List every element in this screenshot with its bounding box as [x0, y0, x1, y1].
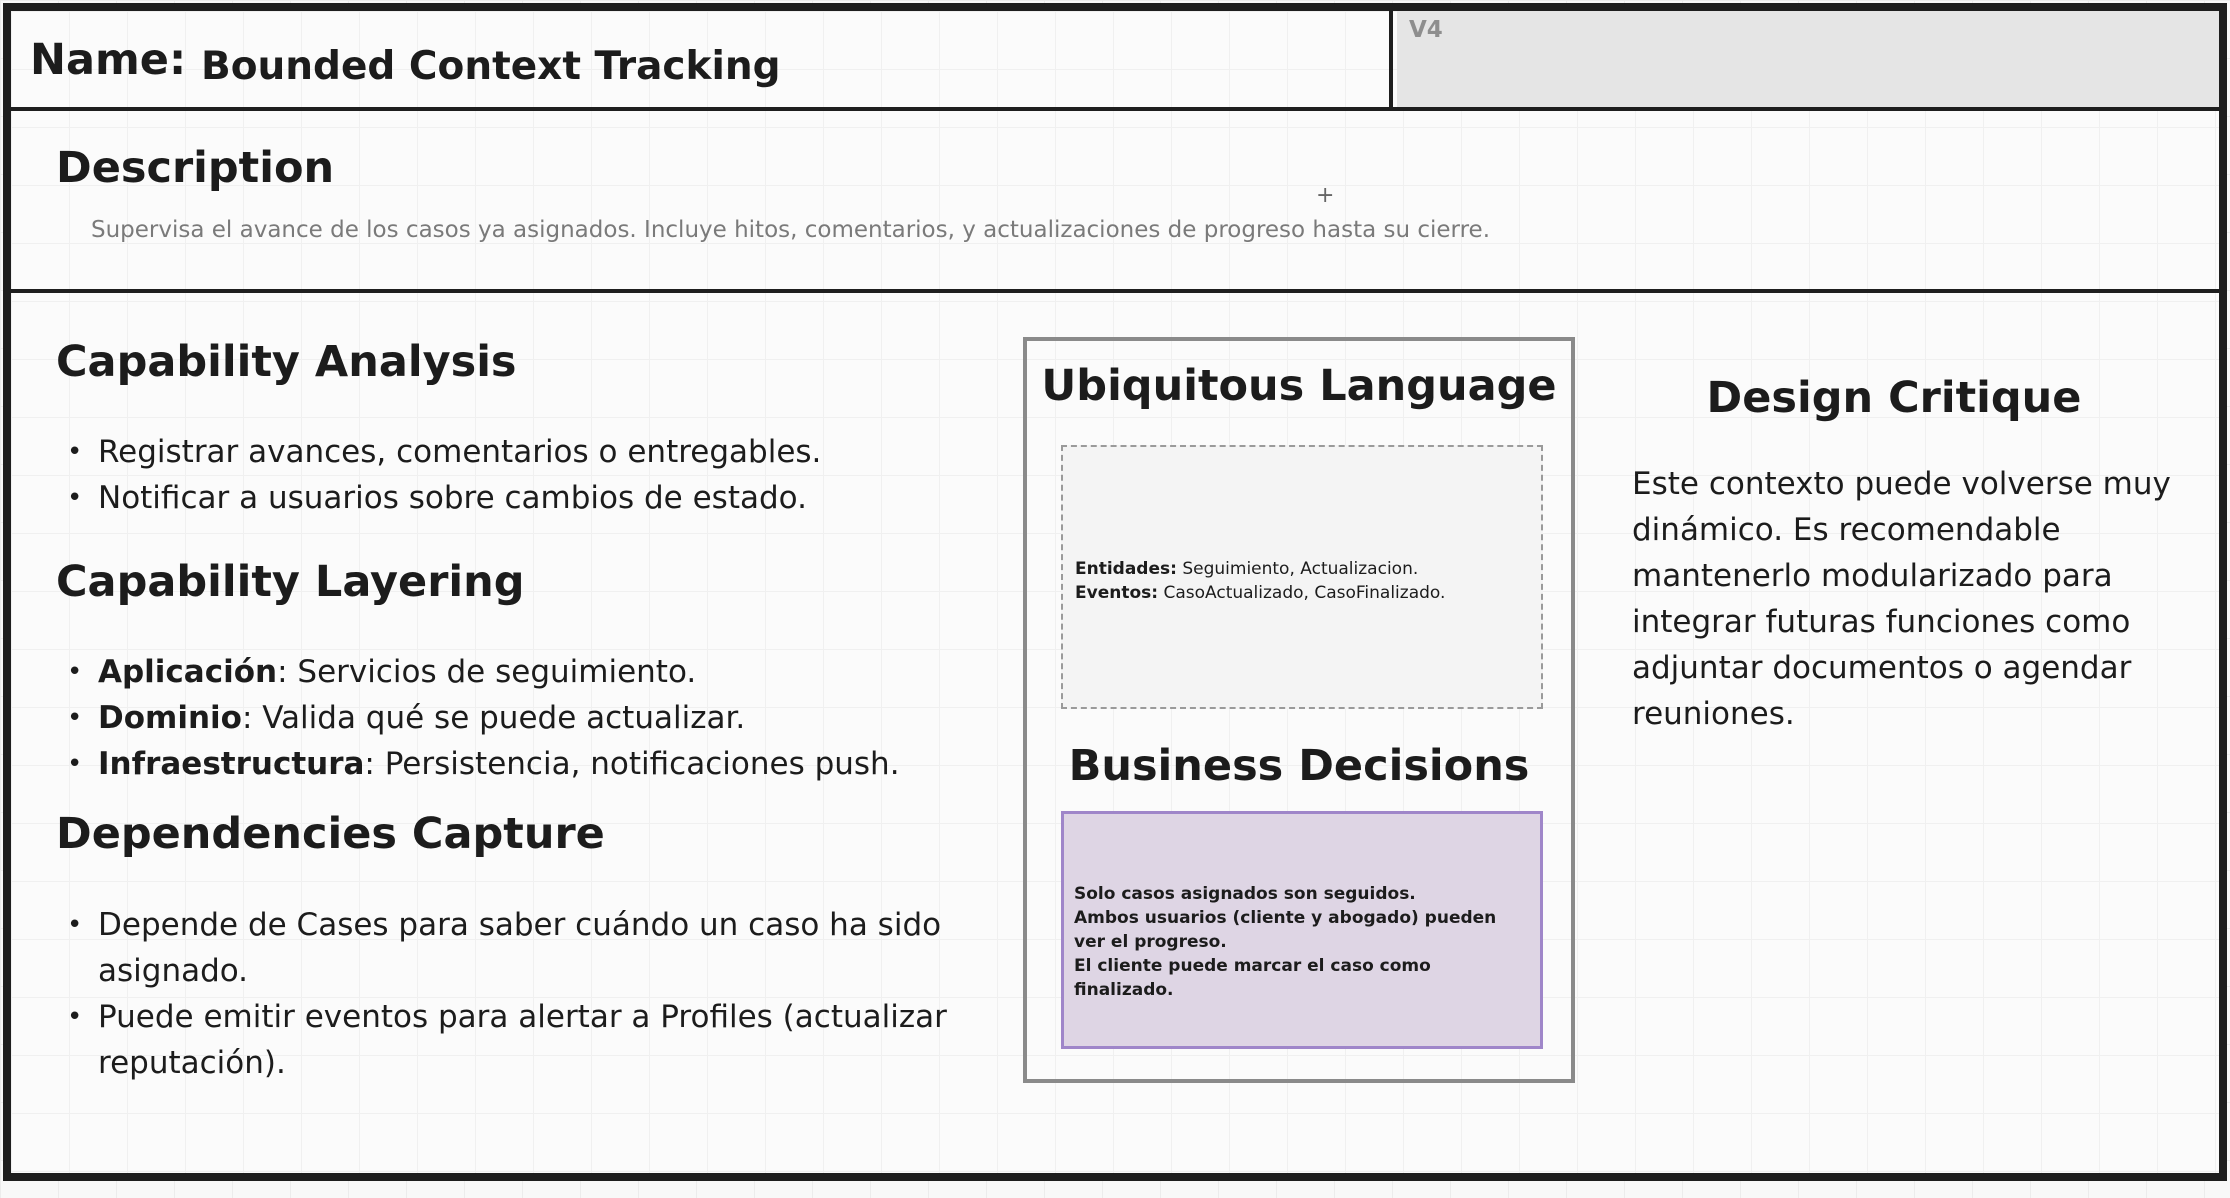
- bullet-icon: •: [67, 703, 83, 733]
- description-text[interactable]: Supervisa el avance de los casos ya asig…: [91, 217, 1490, 243]
- layer-text: : Servicios de seguimiento.: [277, 654, 697, 690]
- list-item-text: Depende de Cases para saber cuándo un ca…: [98, 907, 942, 989]
- bullet-icon: •: [67, 657, 83, 687]
- description-title: Description: [56, 143, 335, 193]
- version-label: V4: [1409, 17, 1443, 43]
- decision-line: Solo casos asignados son seguidos.: [1074, 884, 1416, 904]
- events-line: Eventos: CasoActualizado, CasoFinalizado…: [1075, 581, 1445, 605]
- bullet-icon: •: [67, 1002, 83, 1032]
- ubiquitous-language-title: Ubiquitous Language: [1041, 361, 1557, 411]
- business-decisions-note[interactable]: Solo casos asignados son seguidos. Ambos…: [1061, 811, 1543, 1049]
- list-item-text: Puede emitir eventos para alertar a Prof…: [98, 999, 947, 1081]
- name-row: Name: Bounded Context Tracking V4: [11, 11, 2219, 111]
- ubiquitous-language-frame[interactable]: Ubiquitous Language Entidades: Seguimien…: [1023, 337, 1575, 1083]
- layer-term: Aplicación: [98, 654, 278, 690]
- capability-analysis-list: • Registrar avances, comentarios o entreg…: [56, 429, 821, 521]
- list-item[interactable]: • Aplicación: Servicios de seguimiento.: [56, 649, 900, 695]
- dependencies-capture-title: Dependencies Capture: [56, 809, 605, 859]
- decision-line: Ambos usuarios (cliente y abogado) puede…: [1074, 908, 1497, 952]
- ubiquitous-language-note[interactable]: Entidades: Seguimiento, Actualizacion. E…: [1061, 445, 1543, 709]
- list-item-text: Notificar a usuarios sobre cambios de es…: [98, 480, 807, 516]
- events-label: Eventos:: [1075, 583, 1159, 603]
- capability-analysis-title: Capability Analysis: [56, 337, 517, 387]
- list-item-text: Registrar avances, comentarios o entrega…: [98, 434, 822, 470]
- entities-value: Seguimiento, Actualizacion.: [1176, 559, 1419, 579]
- bounded-context-canvas-card[interactable]: Name: Bounded Context Tracking V4 Descri…: [3, 3, 2227, 1181]
- add-icon[interactable]: +: [1316, 183, 1334, 208]
- entities-label: Entidades:: [1075, 559, 1177, 579]
- list-item[interactable]: • Dominio: Valida qué se puede actualizar…: [56, 695, 900, 741]
- dependencies-capture-list: • Depende de Cases para saber cuándo un c…: [56, 902, 956, 1086]
- design-critique-text[interactable]: Este contexto puede volverse muy dinámic…: [1632, 461, 2172, 737]
- context-name[interactable]: Bounded Context Tracking: [201, 44, 781, 89]
- description-section[interactable]: Description + Supervisa el avance de los…: [11, 111, 2219, 293]
- ubiquitous-language-content: Entidades: Seguimiento, Actualizacion. E…: [1075, 557, 1445, 605]
- name-box[interactable]: Name: Bounded Context Tracking: [11, 11, 1393, 107]
- list-item[interactable]: • Depende de Cases para saber cuándo un c…: [56, 902, 956, 994]
- bullet-icon: •: [67, 483, 83, 513]
- entities-line: Entidades: Seguimiento, Actualizacion.: [1075, 557, 1445, 581]
- business-decisions-content: Solo casos asignados son seguidos. Ambos…: [1074, 882, 1530, 1002]
- bullet-icon: •: [67, 910, 83, 940]
- list-item[interactable]: • Infraestructura: Persistencia, notifica…: [56, 741, 900, 787]
- bullet-icon: •: [67, 437, 83, 467]
- design-critique-title: Design Critique: [1706, 373, 2082, 423]
- layer-text: : Persistencia, notificaciones push.: [364, 746, 900, 782]
- layer-term: Infraestructura: [98, 746, 365, 782]
- list-item[interactable]: • Registrar avances, comentarios o entreg…: [56, 429, 821, 475]
- decision-line: El cliente puede marcar el caso como fin…: [1074, 956, 1431, 1000]
- version-box[interactable]: V4: [1397, 11, 2219, 107]
- name-label: Name:: [30, 35, 187, 85]
- capability-layering-title: Capability Layering: [56, 557, 525, 607]
- events-value: CasoActualizado, CasoFinalizado.: [1158, 583, 1446, 603]
- whiteboard-canvas[interactable]: Name: Bounded Context Tracking V4 Descri…: [0, 0, 2230, 1198]
- layer-text: : Valida qué se puede actualizar.: [241, 700, 746, 736]
- list-item[interactable]: • Puede emitir eventos para alertar a Pro…: [56, 994, 956, 1086]
- layer-term: Dominio: [98, 700, 242, 736]
- capability-layering-list: • Aplicación: Servicios de seguimiento. •…: [56, 649, 900, 787]
- bullet-icon: •: [67, 749, 83, 779]
- business-decisions-title: Business Decisions: [1068, 741, 1530, 791]
- list-item[interactable]: • Notificar a usuarios sobre cambios de e…: [56, 475, 821, 521]
